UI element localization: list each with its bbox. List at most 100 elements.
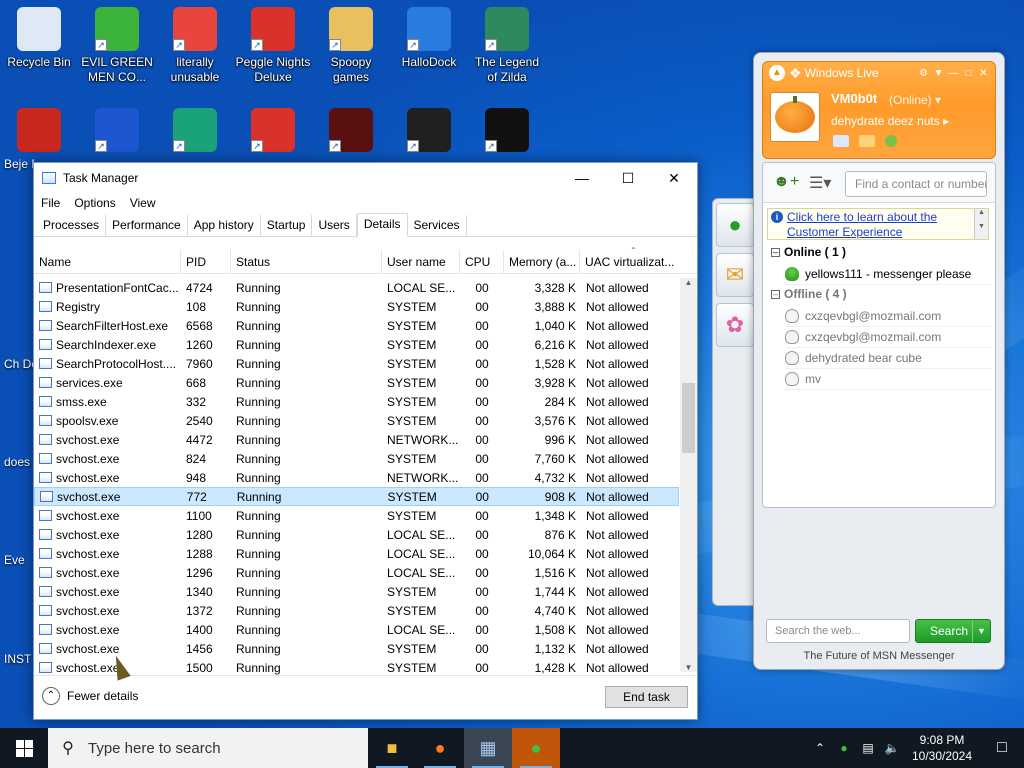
spaces-icon[interactable] bbox=[885, 135, 897, 147]
messenger-logo-icon[interactable]: ▲ bbox=[769, 65, 785, 81]
tab-users[interactable]: Users bbox=[312, 215, 357, 236]
contact-offline[interactable]: dehydrated bear cube bbox=[785, 348, 991, 369]
task-manager-window[interactable]: Task Manager — ☐ ✕ File Options View Pro… bbox=[33, 162, 698, 720]
column-header-memory[interactable]: Memory (a... bbox=[504, 249, 580, 274]
table-row[interactable]: svchost.exe 948 Running NETWORK... 00 4,732 K… bbox=[34, 468, 679, 487]
customer-experience-link[interactable]: Click here to learn about the Customer E… bbox=[787, 210, 972, 240]
online-group-header[interactable]: – Online ( 1 ) bbox=[771, 245, 846, 259]
column-header-pid[interactable]: PID bbox=[181, 249, 231, 274]
personal-message[interactable]: dehydrate deez nuts ▸ bbox=[831, 114, 949, 128]
title-bar[interactable]: Task Manager — ☐ ✕ bbox=[34, 163, 697, 193]
collapse-icon[interactable]: – bbox=[771, 247, 780, 257]
tab-performance[interactable]: Performance bbox=[106, 215, 188, 236]
alerts-tab-icon[interactable]: ✉ bbox=[716, 253, 754, 297]
table-row[interactable]: svchost.exe 1288 Running LOCAL SE... 00 10,06… bbox=[34, 544, 679, 563]
table-row[interactable]: services.exe 668 Running SYSTEM 00 3,928 K Not… bbox=[34, 373, 679, 392]
contact-offline[interactable]: mv bbox=[785, 369, 991, 390]
table-row[interactable]: SearchFilterHost.exe 6568 Running SYSTEM 00 1… bbox=[34, 316, 679, 335]
avatar[interactable] bbox=[770, 92, 820, 142]
desktop-shortcut[interactable] bbox=[1, 108, 77, 156]
maximize-button[interactable]: ☐ bbox=[605, 163, 651, 193]
scroll-up-icon[interactable]: ▲ bbox=[680, 278, 697, 287]
table-row[interactable]: SearchIndexer.exe 1260 Running SYSTEM 00 6,21… bbox=[34, 335, 679, 354]
desktop-shortcut[interactable]: ↗ bbox=[79, 108, 155, 156]
close-button[interactable]: ✕ bbox=[651, 163, 697, 193]
file-explorer-icon[interactable]: ■ bbox=[368, 728, 416, 768]
table-row[interactable]: PresentationFontCac... 4724 Running LOCAL S… bbox=[34, 278, 679, 297]
messenger-window[interactable]: ▲ ❖ Windows Live ⚙ ▼ — □ ✕ VM0b0t (Onlin… bbox=[753, 52, 1005, 670]
mail-icon[interactable] bbox=[833, 135, 849, 147]
menu-view[interactable]: View bbox=[130, 196, 156, 210]
messenger-icon[interactable]: ● bbox=[512, 728, 560, 768]
minimize-button[interactable]: — bbox=[559, 163, 605, 193]
search-button[interactable]: Search ▼ bbox=[915, 619, 991, 643]
task-manager-icon[interactable]: ▦ bbox=[464, 728, 512, 768]
minimize-button[interactable]: — bbox=[946, 68, 961, 79]
desktop-shortcut[interactable]: ↗ bbox=[469, 108, 545, 156]
table-row[interactable]: svchost.exe 4472 Running NETWORK... 00 996 K N… bbox=[34, 430, 679, 449]
start-button[interactable] bbox=[0, 728, 48, 768]
menu-file[interactable]: File bbox=[41, 196, 60, 210]
table-row[interactable]: svchost.exe 1280 Running LOCAL SE... 00 876 K… bbox=[34, 525, 679, 544]
desktop-shortcut[interactable]: ↗ bbox=[235, 108, 311, 156]
table-row[interactable]: svchost.exe 1456 Running SYSTEM 00 1,132 K Not… bbox=[34, 639, 679, 658]
desktop-shortcut[interactable]: ↗ The Legend of Zilda bbox=[469, 7, 545, 85]
contacts-tab-icon[interactable]: ● bbox=[716, 203, 754, 247]
network-icon[interactable]: ▤ bbox=[858, 741, 878, 755]
desktop-shortcut-label[interactable]: INST bbox=[4, 652, 34, 666]
folder-icon[interactable] bbox=[859, 135, 875, 147]
settings-icon[interactable]: ⚙ bbox=[916, 68, 931, 79]
table-row[interactable]: svchost.exe 1372 Running SYSTEM 00 4,740 K Not… bbox=[34, 601, 679, 620]
table-row[interactable]: svchost.exe 1296 Running LOCAL SE... 00 1,516… bbox=[34, 563, 679, 582]
desktop-shortcut[interactable]: ↗ HalloDock bbox=[391, 7, 467, 70]
desktop-shortcut-label[interactable]: Beje Del bbox=[4, 157, 34, 171]
desktop-shortcut[interactable]: ↗ Spoopy games bbox=[313, 7, 389, 85]
volume-icon[interactable]: 🔈 bbox=[882, 741, 902, 755]
table-row[interactable]: Registry 108 Running SYSTEM 00 3,888 K Not all… bbox=[34, 297, 679, 316]
list-options-icon[interactable]: ☰▾ bbox=[809, 173, 831, 193]
tab-processes[interactable]: Processes bbox=[37, 215, 107, 236]
desktop-shortcut-label[interactable]: does bbox=[4, 455, 34, 469]
desktop-shortcut[interactable]: ↗ EVIL GREEN MEN CO... bbox=[79, 7, 155, 85]
column-header-name[interactable]: Name bbox=[34, 249, 181, 274]
add-contact-icon[interactable]: ☻+ bbox=[773, 173, 799, 191]
collapse-icon[interactable]: – bbox=[771, 289, 780, 299]
offline-group-header[interactable]: – Offline ( 4 ) bbox=[771, 287, 847, 301]
contact-offline[interactable]: cxzqevbgl@mozmail.com bbox=[785, 327, 991, 348]
desktop-shortcut[interactable]: ↗ bbox=[391, 108, 467, 156]
column-header-user[interactable]: User name bbox=[382, 249, 460, 274]
column-header-cpu[interactable]: CPU bbox=[460, 249, 504, 274]
fewer-details-toggle[interactable]: ⌃ Fewer details bbox=[42, 687, 138, 705]
messenger-tray-icon[interactable]: ● bbox=[834, 741, 854, 755]
table-row[interactable]: smss.exe 332 Running SYSTEM 00 284 K Not allow… bbox=[34, 392, 679, 411]
tab-details[interactable]: Details bbox=[356, 213, 408, 237]
tab-app-history[interactable]: App history bbox=[188, 215, 261, 236]
end-task-button[interactable]: End task bbox=[605, 686, 688, 708]
desktop-shortcut-label[interactable]: Ch De bbox=[4, 357, 34, 371]
table-row[interactable]: svchost.exe 824 Running SYSTEM 00 7,760 K Not … bbox=[34, 449, 679, 468]
table-row[interactable]: svchost.exe 1100 Running SYSTEM 00 1,348 K Not… bbox=[34, 506, 679, 525]
column-header-uac[interactable]: UAC virtualizat... bbox=[580, 250, 678, 274]
web-search-input[interactable]: Search the web... bbox=[766, 619, 910, 643]
notifications-icon[interactable]: □ bbox=[980, 739, 1024, 757]
table-row[interactable]: svchost.exe 1340 Running SYSTEM 00 1,744 K Not… bbox=[34, 582, 679, 601]
info-scrollbar[interactable]: ▲ ▼ bbox=[974, 209, 988, 239]
table-row[interactable]: svchost.exe 1400 Running LOCAL SE... 00 1,508… bbox=[34, 620, 679, 639]
contact-online[interactable]: yellows111 - messenger please bbox=[785, 264, 991, 285]
display-name[interactable]: VM0b0t bbox=[831, 91, 877, 106]
scrollbar-thumb[interactable] bbox=[682, 383, 695, 453]
firefox-icon[interactable]: ● bbox=[416, 728, 464, 768]
chevron-down-icon[interactable]: ▼ bbox=[972, 620, 990, 642]
fun-tab-icon[interactable]: ✿ bbox=[716, 303, 754, 347]
show-hidden-icons-icon[interactable]: ⌃ bbox=[810, 741, 830, 755]
desktop-shortcut[interactable]: Recycle Bin bbox=[1, 7, 77, 70]
status-dropdown[interactable]: (Online) ▾ bbox=[889, 93, 941, 107]
find-contact-input[interactable]: Find a contact or number... bbox=[845, 171, 987, 197]
maximize-button[interactable]: □ bbox=[961, 68, 976, 79]
table-row[interactable]: svchost.exe 772 Running SYSTEM 00 908 K Not al… bbox=[34, 487, 679, 506]
tab-services[interactable]: Services bbox=[408, 215, 467, 236]
vertical-scrollbar[interactable]: ▲ ▼ bbox=[680, 278, 697, 672]
desktop-shortcut[interactable]: ↗ literally unusable bbox=[157, 7, 233, 85]
contact-offline[interactable]: cxzqevbgl@mozmail.com bbox=[785, 306, 991, 327]
column-header-status[interactable]: Status bbox=[231, 249, 382, 274]
